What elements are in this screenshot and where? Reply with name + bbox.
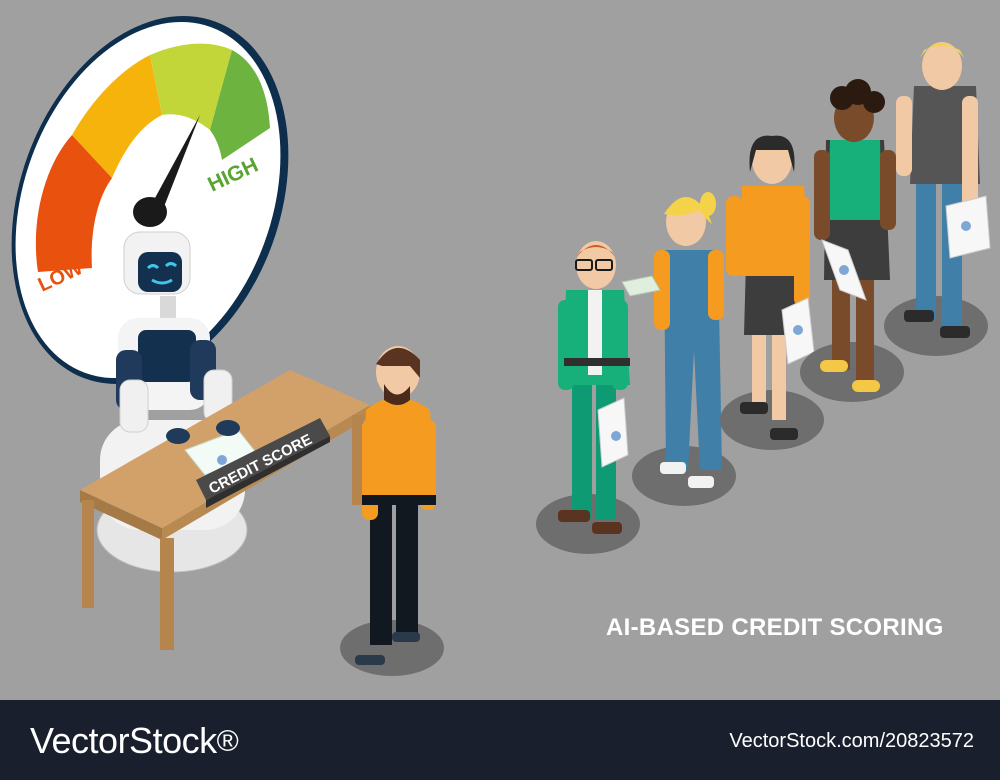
queue-person-4 [800, 79, 904, 402]
watermark-footer: VectorStock® VectorStock.com/20823572 [0, 700, 1000, 780]
vectorstock-logo: VectorStock® [30, 720, 239, 762]
robot-face-screen [138, 252, 182, 292]
image-id: VectorStock.com/20823572 [729, 730, 974, 752]
brand-name: VectorStock [30, 720, 217, 761]
registered-mark: ® [216, 725, 239, 758]
illustration-stage: LOW HIGH CREDIT SCORE AI-BASED CREDIT SC… [0, 0, 1000, 780]
illustration-caption: AI-BASED CREDIT SCORING [606, 614, 944, 641]
queue-person-2 [621, 192, 736, 506]
credit-scoring-illustration: LOW HIGH CREDIT SCORE [11, 16, 991, 676]
queue-person-5 [884, 42, 991, 356]
queue-person-3 [720, 135, 824, 450]
scene: LOW HIGH CREDIT SCORE AI-BASED CREDIT SC… [0, 0, 1000, 700]
applicant-at-desk [340, 346, 444, 676]
queue-person-1 [536, 241, 640, 554]
